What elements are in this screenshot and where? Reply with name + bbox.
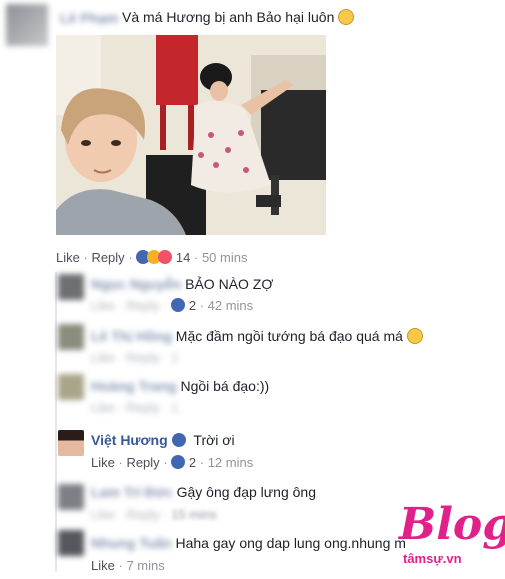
top-comment-reaction-count: 14 xyxy=(175,250,191,265)
top-comment-like-link[interactable]: Like xyxy=(56,250,80,265)
like-reaction-icon xyxy=(171,298,186,312)
reply-meta: Like · Reply · 1 xyxy=(91,350,179,365)
verified-badge-icon xyxy=(171,433,186,447)
reply-time[interactable]: 15 mins xyxy=(171,507,217,522)
top-comment-avatar[interactable] xyxy=(6,4,48,46)
reply-comment: Nhung Tuấn Haha gay ong dap lung ong.nhu… xyxy=(91,535,406,551)
reply-actions-blurred: Like · Reply · xyxy=(91,507,168,522)
reply-avatar-viet-huong[interactable] xyxy=(58,430,84,456)
reply-meta: Like · Reply · 1 xyxy=(91,400,179,415)
love-reaction-icon xyxy=(158,250,173,264)
watermark-sub-text: tâmsự.vn xyxy=(403,551,462,566)
reply-comment: Lam Trí Đức Gậy ông đạp lưng ông xyxy=(91,484,316,500)
separator-dot-3: · xyxy=(199,455,208,470)
reply-author[interactable]: Lam Trí Đức xyxy=(91,484,173,500)
reply-comment: Ngọc Nguyễn BẢO NÀO ZỢ xyxy=(91,276,273,292)
top-comment-time[interactable]: 50 mins xyxy=(202,250,248,265)
reply-meta: Like · 7 mins xyxy=(91,558,165,573)
reply-reaction-count[interactable]: 2 xyxy=(189,455,196,470)
selfie-photo-illustration xyxy=(56,35,326,235)
reply-text: Mặc đầm ngồi tướng bá đạo quá má xyxy=(175,328,403,344)
reply-author[interactable]: Ngọc Nguyễn xyxy=(91,276,181,292)
reply-text: BẢO NÀO ZỢ xyxy=(185,276,274,292)
reply-actions-blurred: Like · Reply · xyxy=(91,298,168,313)
reply-time[interactable]: 12 mins xyxy=(208,455,254,470)
reply-author[interactable]: Việt Hương xyxy=(91,432,168,448)
reply-meta: Like · Reply · 2 · 12 mins xyxy=(91,455,253,470)
reply-comment: Hoàng Trang Ngồi bá đạo:)) xyxy=(91,378,269,394)
reply-author[interactable]: Lê Thị Hồng xyxy=(91,328,172,344)
top-comment-text-content: Và má Hương bị anh Bảo hại luôn xyxy=(122,9,335,25)
separator-dot-3: · xyxy=(193,250,202,265)
like-reaction-icon xyxy=(171,455,186,469)
reply-author[interactable]: Nhung Tuấn xyxy=(91,535,172,551)
reply-thread-line xyxy=(55,272,57,572)
grimace-emoji-icon xyxy=(406,328,423,344)
reply-like-link[interactable]: Like xyxy=(91,455,115,470)
reply-meta: Like · Reply · 2 · 42 mins xyxy=(91,298,253,313)
reply-meta: Like · Reply · 15 mins xyxy=(91,507,217,522)
reply-avatar[interactable] xyxy=(58,324,84,350)
reply-time[interactable]: 42 mins xyxy=(208,298,254,313)
reply-reply-link[interactable]: Reply xyxy=(126,455,159,470)
reply-comment: Lê Thị Hồng Mặc đầm ngồi tướng bá đạo qu… xyxy=(91,328,423,344)
reply-time[interactable]: 7 mins xyxy=(126,558,164,573)
reply-text: Gậy ông đạp lưng ông xyxy=(176,484,316,500)
reply-reaction-count[interactable]: 2 xyxy=(189,298,196,313)
reply-author[interactable]: Hoàng Trang xyxy=(91,378,177,394)
reply-text: Trời ơi xyxy=(193,432,235,448)
top-comment-reply-link[interactable]: Reply xyxy=(91,250,124,265)
reply-avatar[interactable] xyxy=(58,374,84,400)
reply-avatar[interactable] xyxy=(58,530,84,556)
reply-avatar[interactable] xyxy=(58,274,84,300)
comment-photo[interactable] xyxy=(56,35,326,235)
blog-watermark-logo: Blog tâmsự.vn xyxy=(395,499,505,575)
top-comment-author[interactable]: Lê Phạm xyxy=(60,10,118,26)
reply-text: Haha gay ong dap lung ong.nhung m xyxy=(175,535,406,551)
reply-avatar[interactable] xyxy=(58,484,84,510)
reply-comment: Việt Hương Trời ơi xyxy=(91,432,235,448)
top-comment-meta: Like · Reply · 14 · 50 mins xyxy=(56,250,247,265)
grimace-emoji-icon xyxy=(338,9,355,25)
reply-like-link[interactable]: Like xyxy=(91,558,115,573)
separator-dot: · xyxy=(199,298,208,313)
separator-dot-2: · xyxy=(163,455,172,470)
top-comment-text: Và má Hương bị anh Bảo hại luôn xyxy=(122,9,355,25)
reply-text: Ngồi bá đạo:)) xyxy=(180,378,270,394)
watermark-main-text: Blog xyxy=(399,499,505,550)
top-comment-reactions[interactable]: 14 xyxy=(136,250,194,265)
